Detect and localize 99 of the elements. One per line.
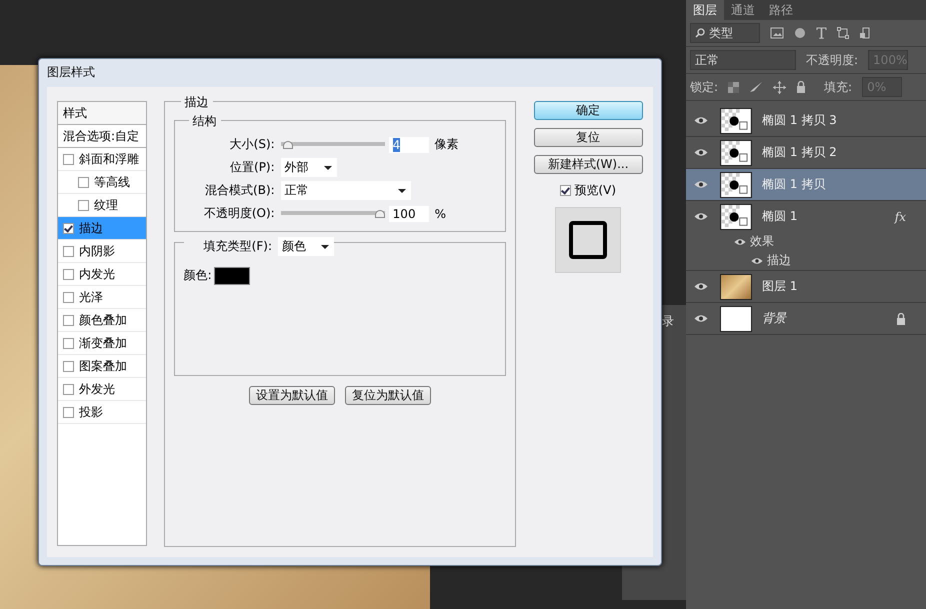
checker-icon[interactable]	[728, 82, 740, 92]
checkbox[interactable]	[63, 292, 74, 302]
window-title: 图层样式	[46, 64, 96, 81]
layer-name: 背景	[762, 310, 786, 327]
checkbox[interactable]	[63, 222, 74, 234]
layer-name: 图层 1	[762, 278, 798, 295]
shape-thumbnail	[720, 108, 752, 134]
shape-thumbnail	[720, 204, 752, 230]
blend-mode-dropdown[interactable]: 正常	[280, 181, 411, 200]
group-title: 描边	[180, 94, 213, 111]
preview-thumbnail	[555, 207, 622, 273]
type-filter-icon[interactable]	[816, 27, 827, 39]
fill-type-dropdown[interactable]: 颜色	[278, 237, 334, 256]
field-label: 填充:	[824, 78, 852, 96]
checkbox[interactable]	[63, 268, 74, 280]
color-swatch[interactable]	[214, 266, 250, 284]
field-label: 锁定:	[690, 78, 718, 96]
list-header: 样式	[58, 102, 146, 125]
field-label: 位置(P):	[229, 159, 276, 176]
eye-icon[interactable]	[694, 212, 708, 221]
lock-icon[interactable]	[796, 81, 806, 93]
panel-tab[interactable]: 图层	[686, 0, 724, 20]
checkbox[interactable]	[63, 246, 74, 256]
field-label: 颜色:	[184, 267, 212, 284]
checkbox[interactable]	[78, 200, 89, 210]
image-filter-icon[interactable]	[770, 27, 784, 39]
default-button[interactable]: 设置为默认值	[249, 386, 336, 405]
default-button[interactable]: 复位为默认值	[345, 386, 432, 405]
shape-thumbnail	[720, 140, 752, 166]
dialog-button[interactable]: 确定	[534, 101, 643, 120]
list-item[interactable]: 投影	[58, 401, 146, 424]
field-label: 混合模式(B):	[204, 182, 276, 199]
panel-tab[interactable]: 路径	[762, 0, 800, 20]
brush-icon[interactable]	[749, 81, 764, 93]
checkbox[interactable]	[63, 406, 74, 418]
layer-row[interactable]: 椭圆 1 拷贝	[686, 169, 926, 201]
layer-name: 椭圆 1 拷贝 3	[762, 112, 837, 129]
dialog-button[interactable]: 复位	[534, 128, 643, 147]
checkbox[interactable]	[63, 314, 74, 326]
layer-name: 椭圆 1 拷贝 2	[762, 144, 837, 161]
effect-name: 描边	[767, 252, 791, 269]
layer-name: 椭圆 1 拷贝	[762, 176, 826, 193]
checkbox[interactable]	[63, 384, 74, 394]
eye-icon[interactable]	[734, 238, 746, 246]
opacity-field[interactable]: 100	[388, 206, 429, 222]
list-item[interactable]: 内发光	[58, 263, 146, 286]
list-item[interactable]: 光泽	[58, 286, 146, 309]
eye-icon[interactable]	[694, 180, 708, 189]
list-item[interactable]: 渐变叠加	[58, 332, 146, 355]
eye-icon[interactable]	[694, 282, 708, 291]
panel-tab[interactable]: 通道	[724, 0, 762, 20]
background-thumbnail	[720, 306, 752, 332]
slider-thumb[interactable]	[374, 210, 385, 218]
circle-filter-icon[interactable]	[794, 27, 806, 39]
filter-dropdown[interactable]: 类型	[690, 23, 760, 43]
checkbox[interactable]	[63, 154, 74, 164]
effects-badge[interactable]: fx	[894, 210, 906, 224]
list-item[interactable]: 外发光	[58, 378, 146, 401]
slider-thumb[interactable]	[282, 140, 293, 148]
list-item[interactable]: 混合选项:自定	[58, 125, 146, 148]
checkbox-label: 预览(V)	[574, 182, 616, 199]
image-thumbnail	[720, 274, 752, 300]
list-item[interactable]: 内阴影	[58, 240, 146, 263]
eye-icon[interactable]	[694, 314, 708, 323]
eye-icon[interactable]	[694, 148, 708, 157]
layer-row[interactable]: 椭圆 1 fx 效果 描边	[686, 201, 926, 271]
shape-filter-icon[interactable]	[837, 27, 849, 39]
blend-mode-dropdown[interactable]: 正常	[690, 50, 796, 70]
field-label: 不透明度:	[806, 52, 858, 68]
checkbox[interactable]	[63, 360, 74, 372]
dialog-button[interactable]: 新建样式(W)...	[534, 155, 643, 174]
list-item[interactable]: 描边	[58, 217, 146, 240]
shape-thumbnail	[720, 172, 752, 198]
layer-row[interactable]: 椭圆 1 拷贝 3	[686, 105, 926, 137]
position-dropdown[interactable]: 外部	[280, 158, 337, 177]
list-item[interactable]: 图案叠加	[58, 355, 146, 378]
unit-label: %	[434, 206, 446, 220]
field-label: 大小(S):	[228, 136, 276, 153]
layer-name: 椭圆 1	[762, 208, 798, 225]
layer-row[interactable]: 背景	[686, 303, 926, 335]
list-item[interactable]: 斜面和浮雕	[58, 148, 146, 171]
list-item[interactable]: 等高线	[58, 171, 146, 194]
field-label: 填充类型(F):	[184, 238, 278, 255]
group-title: 结构	[188, 113, 221, 130]
effects-label: 效果	[750, 233, 774, 250]
size-field[interactable]: 4	[388, 136, 429, 152]
layer-row[interactable]: 图层 1	[686, 271, 926, 303]
move-icon[interactable]	[773, 80, 786, 94]
checkbox[interactable]	[560, 185, 572, 196]
unit-label: 像素	[434, 136, 459, 153]
checkbox[interactable]	[63, 338, 74, 348]
panel-tab[interactable]: 录	[662, 313, 674, 330]
document-filter-icon[interactable]	[859, 27, 871, 39]
eye-icon[interactable]	[694, 116, 708, 125]
list-item[interactable]: 颜色叠加	[58, 309, 146, 332]
eye-icon[interactable]	[751, 256, 763, 264]
field-label: 不透明度(O):	[202, 205, 276, 222]
search-icon	[695, 28, 705, 38]
checkbox[interactable]	[78, 176, 89, 188]
